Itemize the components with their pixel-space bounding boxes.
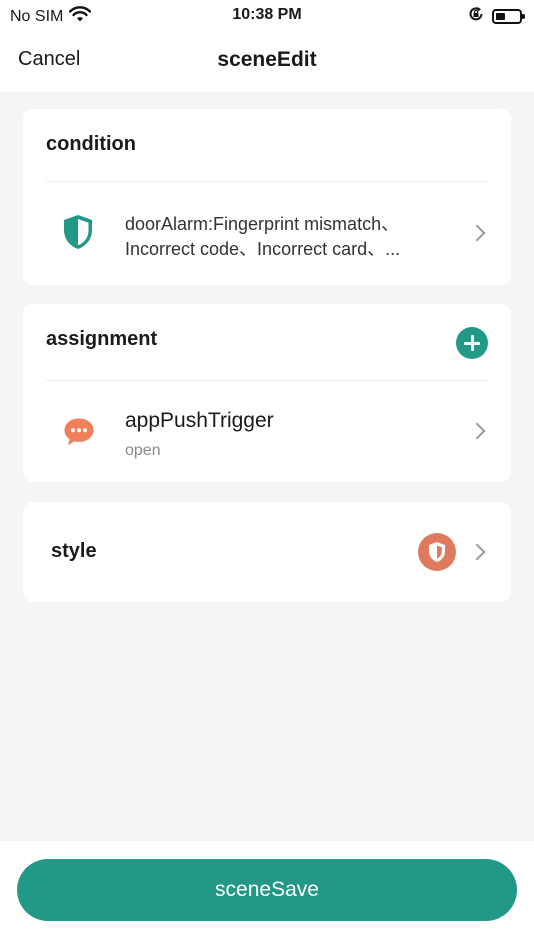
status-time: 10:38 PM	[232, 6, 302, 23]
assignment-card: assignment appPushTrigger open	[23, 304, 511, 482]
condition-line-2: Incorrect code、Incorrect card、...	[125, 239, 401, 259]
chevron-right-icon	[468, 422, 486, 440]
condition-header: condition	[46, 133, 136, 155]
chevron-right-icon	[468, 224, 486, 242]
shield-icon	[429, 542, 445, 562]
status-right-icons	[468, 6, 525, 27]
condition-text: doorAlarm:Fingerprint mismatch、 Incorrec…	[125, 212, 455, 262]
chat-bubble-icon	[63, 417, 95, 452]
assignment-header: assignment	[46, 328, 158, 350]
assignment-row[interactable]: appPushTrigger open	[23, 381, 511, 482]
assignment-name: appPushTrigger	[125, 409, 274, 432]
assignment-status: open	[125, 442, 161, 459]
orientation-lock-icon	[468, 6, 484, 27]
style-row[interactable]: style	[23, 502, 511, 602]
add-assignment-button[interactable]	[456, 327, 488, 359]
save-button[interactable]: sceneSave	[17, 859, 517, 921]
style-badge	[418, 533, 456, 571]
footer-bar: sceneSave	[0, 841, 534, 950]
shield-icon	[63, 214, 93, 255]
chevron-right-icon	[468, 543, 486, 561]
top-bar: No SIM 10:38 PM Cancel sceneEdit	[0, 0, 534, 92]
nav-bar: Cancel sceneEdit	[0, 40, 534, 82]
battery-icon	[492, 9, 525, 24]
condition-line-1: doorAlarm:Fingerprint mismatch、	[125, 214, 400, 234]
condition-row[interactable]: doorAlarm:Fingerprint mismatch、 Incorrec…	[23, 182, 511, 285]
condition-card: condition doorAlarm:Fingerprint mismatch…	[23, 109, 511, 285]
style-label: style	[51, 540, 97, 562]
page-title: sceneEdit	[217, 48, 317, 71]
status-bar: No SIM 10:38 PM	[0, 0, 534, 32]
